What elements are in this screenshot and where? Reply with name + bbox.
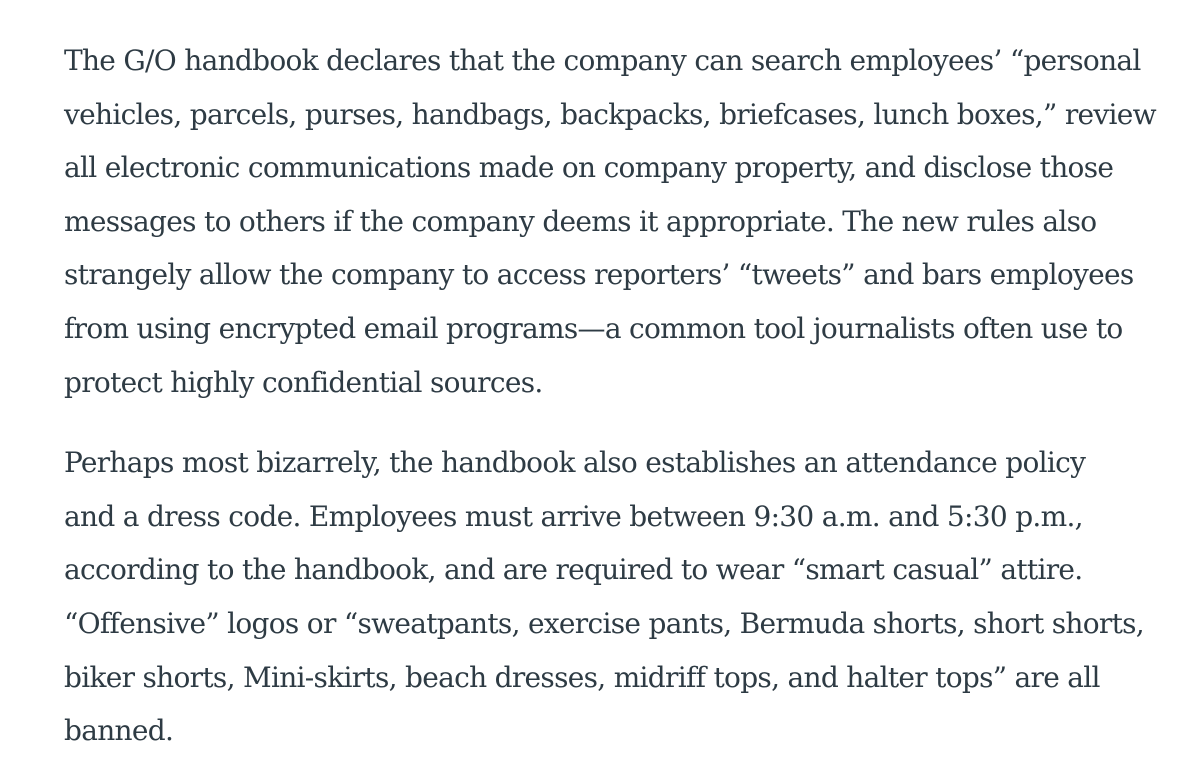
paragraph-search-policy: The G/O handbook declares that the compa… (64, 34, 1174, 409)
text-line: biker shorts, Mini-skirts, beach dresses… (64, 660, 1101, 694)
text-line: from using encrypted email programs—a co… (64, 311, 1123, 345)
text-line: protect highly confidential sources. (64, 365, 543, 399)
text-line: vehicles, parcels, purses, handbags, bac… (64, 97, 1157, 131)
text-line: Perhaps most bizarrely, the handbook als… (64, 446, 1086, 480)
text-line: according to the handbook, and are requi… (64, 553, 1083, 587)
text-line: and a dress code. Employees must arrive … (64, 499, 1084, 533)
text-line: “Offensive” logos or “sweatpants, exerci… (64, 606, 1145, 640)
text-line: all electronic communications made on co… (64, 151, 1114, 185)
paragraph-dress-code: Perhaps most bizarrely, the handbook als… (64, 436, 1174, 758)
article-body: The G/O handbook declares that the compa… (64, 34, 1174, 758)
text-line: The G/O handbook declares that the compa… (64, 44, 1141, 77)
text-line: messages to others if the company deems … (64, 204, 1097, 238)
text-line: banned. (64, 714, 174, 748)
text-line: strangely allow the company to access re… (64, 258, 1134, 292)
